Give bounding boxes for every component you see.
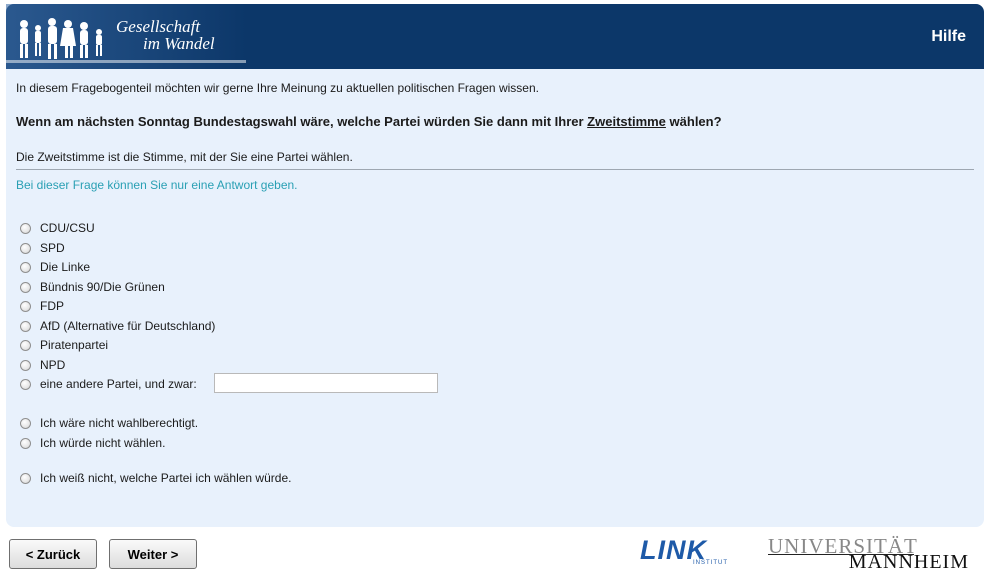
option-other-party[interactable]: eine andere Partei, und zwar:	[20, 375, 197, 393]
survey-header: Gesellschaft im Wandel Hilfe	[6, 4, 984, 69]
option-label: Bündnis 90/Die Grünen	[40, 280, 165, 294]
option-npd[interactable]: NPD	[20, 356, 65, 374]
option-label: CDU/CSU	[40, 221, 95, 235]
radio-button[interactable]	[20, 320, 31, 332]
radio-button[interactable]	[20, 437, 31, 449]
radio-button[interactable]	[20, 472, 31, 484]
uni-logo-line2: MANNHEIM	[848, 551, 969, 573]
radio-button[interactable]	[20, 242, 31, 254]
option-die-linke[interactable]: Die Linke	[20, 258, 90, 276]
question-text-end: wählen?	[665, 114, 722, 129]
gesellschaft-im-wandel-logo: Gesellschaft im Wandel	[6, 4, 246, 69]
next-button[interactable]: Weiter >	[109, 539, 197, 569]
radio-button[interactable]	[20, 417, 31, 429]
radio-button[interactable]	[20, 359, 31, 371]
option-piratenpartei[interactable]: Piratenpartei	[20, 336, 108, 354]
option-spd[interactable]: SPD	[20, 239, 65, 257]
option-label: Ich würde nicht wählen.	[40, 436, 166, 450]
option-label: Ich wäre nicht wahlberechtigt.	[40, 416, 199, 430]
divider	[16, 169, 974, 170]
option-afd[interactable]: AfD (Alternative für Deutschland)	[20, 317, 215, 335]
link-logo-subtext: INSTITUT	[693, 560, 728, 566]
single-answer-hint: Bei dieser Frage können Sie nur eine Ant…	[16, 178, 298, 192]
option-label: AfD (Alternative für Deutschland)	[40, 319, 216, 333]
option-would-not-vote[interactable]: Ich würde nicht wählen.	[20, 434, 165, 452]
option-label: Die Linke	[40, 260, 91, 274]
option-label: NPD	[40, 358, 66, 372]
explanation-text: Die Zweitstimme ist die Stimme, mit der …	[16, 150, 353, 164]
option-fdp[interactable]: FDP	[20, 297, 64, 315]
option-label: Ich weiß nicht, welche Partei ich wählen…	[40, 471, 292, 485]
logo-text-line2: im Wandel	[143, 34, 215, 53]
link-institut-logo: LINK INSTITUT	[640, 535, 732, 567]
radio-button[interactable]	[20, 222, 31, 234]
option-label: FDP	[40, 299, 64, 313]
option-gruene[interactable]: Bündnis 90/Die Grünen	[20, 278, 165, 296]
option-label: SPD	[40, 241, 65, 255]
option-not-eligible[interactable]: Ich wäre nicht wahlberechtigt.	[20, 414, 198, 432]
question-text: Wenn am nächsten Sonntag Bundestagswahl …	[16, 114, 722, 129]
help-link[interactable]: Hilfe	[931, 28, 966, 46]
question-emphasis-zweitstimme: Zweitstimme	[587, 114, 666, 129]
option-label: Piratenpartei	[40, 338, 109, 352]
radio-button[interactable]	[20, 378, 31, 390]
option-dont-know[interactable]: Ich weiß nicht, welche Partei ich wählen…	[20, 469, 291, 487]
radio-button[interactable]	[20, 300, 31, 312]
intro-text: In diesem Fragebogenteil möchten wir ger…	[16, 81, 539, 95]
radio-button[interactable]	[20, 281, 31, 293]
question-panel: In diesem Fragebogenteil möchten wir ger…	[6, 69, 984, 527]
radio-button[interactable]	[20, 339, 31, 351]
other-party-input[interactable]	[214, 373, 438, 393]
question-text-start: Wenn am nächsten Sonntag Bundestagswahl …	[16, 114, 588, 129]
back-button[interactable]: < Zurück	[9, 539, 97, 569]
radio-button[interactable]	[20, 261, 31, 273]
universitaet-mannheim-logo: UNIVERSITÄT MANNHEIM	[768, 534, 973, 573]
option-cdu-csu[interactable]: CDU/CSU	[20, 219, 95, 237]
option-label: eine andere Partei, und zwar:	[40, 377, 197, 391]
